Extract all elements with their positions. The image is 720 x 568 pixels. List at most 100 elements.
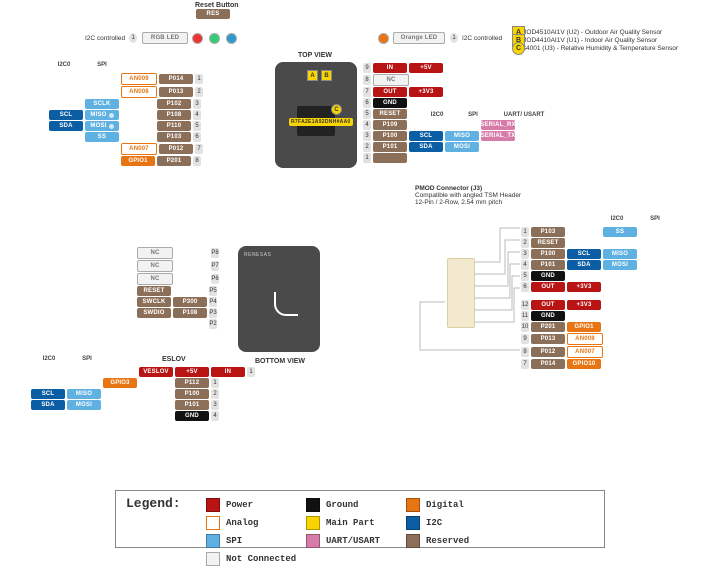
pill: GND	[175, 411, 209, 421]
pin-num: 1	[247, 367, 255, 377]
pill: P103	[157, 132, 191, 142]
pill: +5V	[409, 63, 443, 73]
top-left-pins: AN009P0141AN008P0132SCLKP1023SCLMISOP108…	[48, 72, 204, 167]
legend-item: Reserved	[406, 534, 506, 548]
pill: SCL	[49, 110, 83, 120]
pill: SCL	[409, 131, 443, 141]
pill: P102	[157, 99, 191, 109]
sensor-c: C	[512, 42, 525, 55]
pill: P100	[373, 131, 407, 141]
pin-num: 9	[521, 334, 529, 344]
pmod-hdr: I2C0 SPI	[608, 216, 664, 222]
pill: MOSI	[603, 260, 637, 270]
pill: P014	[159, 74, 193, 84]
pill: P012	[159, 144, 193, 154]
bot-upper-pins: NCP8NCP7NCP6RESETP5SWCLKP300P4SWDIOP108P…	[136, 246, 220, 330]
pill: P108	[173, 308, 207, 318]
pill: MISO	[85, 110, 119, 120]
pin-num: 3	[211, 400, 219, 410]
pill: MOSI	[67, 400, 101, 410]
pin-num: 3	[193, 99, 201, 109]
pill: AN007	[567, 346, 603, 358]
pill: P014	[531, 359, 565, 369]
pill: SDA	[31, 400, 65, 410]
legend-item: UART/USART	[306, 534, 406, 548]
pin-num: 4	[193, 110, 201, 120]
orange-led-pill: Orange LED	[393, 32, 445, 44]
pill	[373, 153, 407, 163]
eslov-label: ESLOV	[162, 356, 186, 363]
pill: AN009	[121, 73, 157, 85]
pin-num: 7	[363, 87, 371, 97]
pill: P108	[157, 110, 191, 120]
reset-label: Reset Button	[195, 2, 239, 9]
pill: P109	[373, 120, 407, 130]
pin-num: 8	[193, 156, 201, 166]
legend-item: Analog	[206, 516, 306, 530]
pill: NC	[137, 247, 173, 259]
pmod-pins: 1P103SS2RESET3P100SCLMISO4P101SDAMOSI5GN…	[520, 226, 638, 370]
pill: NC	[373, 74, 409, 86]
bottomview-label: BOTTOM VIEW	[255, 358, 305, 365]
pill: VESLOV	[139, 367, 173, 377]
pin-num: 9	[363, 63, 371, 73]
pin-num: 5	[193, 121, 201, 131]
pin-num: 3	[363, 131, 371, 141]
top-left-hdr: I2C0 SPI	[55, 62, 111, 68]
pin-num: 4	[521, 260, 529, 270]
pill: GND	[531, 271, 565, 281]
pill: OUT	[531, 282, 565, 292]
pmod-sub2: 12-Pin / 2-Row, 2.54 mm pitch	[415, 199, 521, 206]
rgb-note: I2C controlled	[85, 35, 125, 42]
pill: +3V3	[567, 300, 601, 310]
pin-num: 8	[521, 347, 529, 357]
pin-num: 6	[521, 282, 529, 292]
legend-item: Not Connected	[206, 552, 306, 566]
pill: AN008	[121, 86, 157, 98]
pill: SERIAL_TX	[481, 131, 515, 141]
pill: SS	[603, 227, 637, 237]
pin-num: 12	[521, 300, 529, 310]
renesas-logo: RENESAS	[244, 252, 271, 258]
led-green	[209, 33, 220, 44]
legend-item: Power	[206, 498, 306, 512]
pin-num: 2	[211, 389, 219, 399]
board-top: R7FA2E1A92DNH#AA0 A B C	[275, 62, 357, 168]
bot-lower-pins: VESLOV+5VIN1GPIO3P1121SCLMISOP1002SDAMOS…	[30, 366, 256, 422]
pill: GND	[373, 98, 407, 108]
pill: MISO	[67, 389, 101, 399]
pill: MISO	[603, 249, 637, 259]
pin-num: 4	[363, 120, 371, 130]
logo-glyph	[274, 292, 298, 316]
pill: IN	[373, 63, 407, 73]
rgb-led-pill: RGB LED	[142, 32, 188, 44]
pill: MOSI	[445, 142, 479, 152]
legend-item: SPI	[206, 534, 306, 548]
pill: P201	[531, 322, 565, 332]
pill: RESET	[531, 238, 565, 248]
pill: MOSI	[85, 121, 119, 131]
pill: P300	[173, 297, 207, 307]
pill: SS	[85, 132, 119, 142]
pin-num: 10	[521, 322, 529, 332]
top-sensor-a: A	[307, 70, 318, 81]
board-bottom: RENESAS	[238, 246, 320, 352]
pin-num: 2	[521, 238, 529, 248]
pill: SCL	[567, 249, 601, 259]
pill: P110	[157, 121, 191, 131]
pill: P103	[531, 227, 565, 237]
pill: GPIO1	[567, 322, 601, 332]
pmod-connector	[447, 258, 475, 328]
pmod-sub1: Compatible with angled TSM Header	[415, 192, 521, 199]
sensor-c-text: HS4001 (U3) - Relative Humidity & Temper…	[517, 45, 678, 52]
bot-spi-hdr: SPI	[78, 356, 96, 362]
pill: SCLK	[85, 99, 119, 109]
pin-num: 6	[193, 132, 201, 142]
legend-item: I2C	[406, 516, 506, 530]
pill: RESET	[373, 109, 407, 119]
pill: OUT	[373, 87, 407, 97]
led-red	[192, 33, 203, 44]
pill: GPIO10	[567, 359, 601, 369]
pill: SCL	[31, 389, 65, 399]
top-sensor-c: C	[331, 104, 342, 115]
